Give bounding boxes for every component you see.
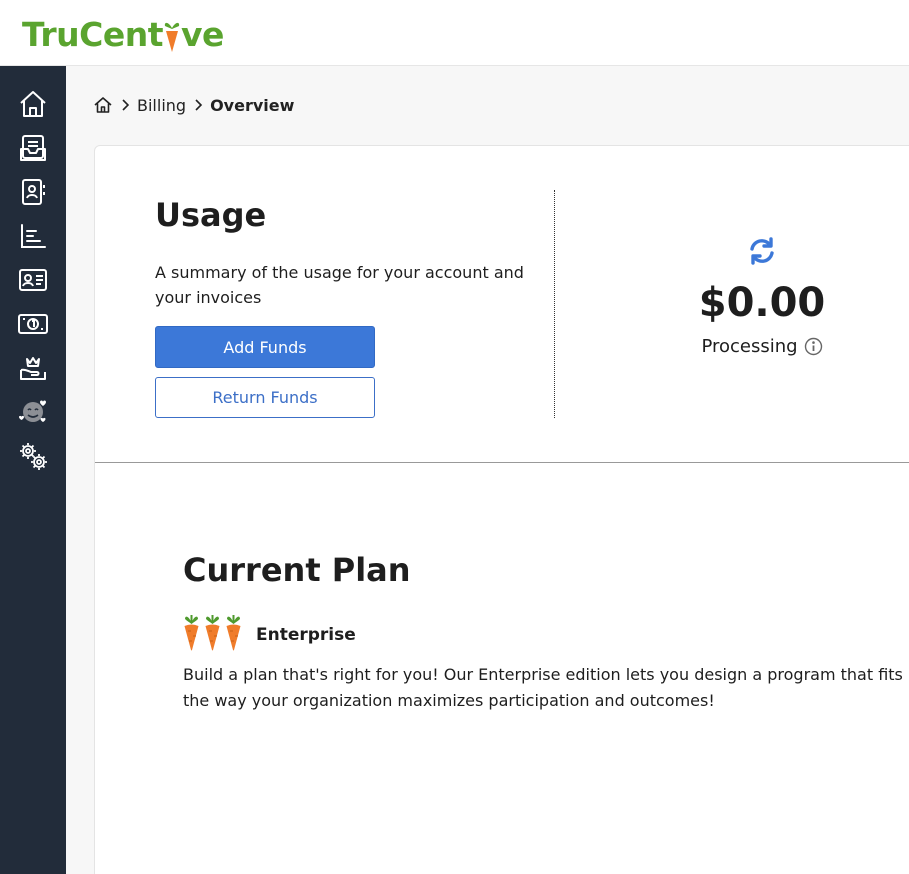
billing-card: Usage A summary of the usage for your ac… bbox=[94, 145, 909, 874]
logo-text-suffix: ve bbox=[181, 14, 224, 54]
money-bill-icon bbox=[18, 314, 48, 334]
sidebar-item-reports[interactable] bbox=[17, 220, 49, 252]
logo-text-prefix: TruCent bbox=[22, 14, 164, 54]
inbox-icon bbox=[20, 135, 46, 161]
breadcrumb: Billing Overview bbox=[93, 93, 294, 117]
chevron-right-icon bbox=[195, 99, 203, 111]
processing-status: Processing bbox=[662, 336, 862, 357]
plan-name: Enterprise bbox=[256, 625, 356, 645]
sidebar-item-billing[interactable] bbox=[17, 308, 49, 340]
trucentive-logo[interactable]: TruCent ve bbox=[22, 14, 224, 54]
vertical-divider bbox=[554, 190, 555, 418]
breadcrumb-overview: Overview bbox=[210, 95, 295, 115]
top-header: TruCent ve bbox=[0, 0, 909, 66]
sidebar-item-home[interactable] bbox=[17, 88, 49, 120]
plan-level-carrots bbox=[183, 613, 242, 651]
logo-carrot-icon bbox=[164, 19, 180, 53]
processing-label: Processing bbox=[701, 336, 798, 357]
usage-title: Usage bbox=[155, 196, 267, 234]
add-funds-button[interactable]: Add Funds bbox=[155, 326, 375, 368]
crown-hand-icon bbox=[20, 357, 46, 380]
carrot-icon bbox=[184, 615, 199, 651]
sidebar-item-profiles[interactable] bbox=[17, 264, 49, 296]
home-icon bbox=[20, 91, 46, 117]
sidebar-item-engagement[interactable] bbox=[17, 396, 49, 428]
gears-icon bbox=[20, 443, 47, 470]
id-card-icon bbox=[19, 269, 47, 291]
home-icon bbox=[94, 97, 112, 113]
refresh-button[interactable] bbox=[746, 236, 778, 266]
info-icon[interactable] bbox=[804, 337, 823, 356]
chevron-right-icon bbox=[122, 99, 130, 111]
breadcrumb-home[interactable] bbox=[93, 95, 113, 115]
carrot-icon bbox=[226, 615, 241, 651]
bar-chart-icon bbox=[21, 224, 46, 248]
current-plan-title: Current Plan bbox=[183, 551, 411, 589]
happy-face-hearts-icon bbox=[19, 400, 46, 422]
return-funds-button[interactable]: Return Funds bbox=[155, 377, 375, 418]
sidebar-item-contacts[interactable] bbox=[17, 176, 49, 208]
sidebar bbox=[0, 66, 66, 874]
carrot-icon bbox=[205, 615, 220, 651]
plan-row: Enterprise bbox=[183, 612, 356, 652]
usage-description: A summary of the usage for your account … bbox=[155, 263, 524, 307]
refresh-icon bbox=[750, 237, 774, 265]
sidebar-item-inbox[interactable] bbox=[17, 132, 49, 164]
contacts-book-icon bbox=[22, 179, 45, 205]
sidebar-item-rewards[interactable] bbox=[17, 352, 49, 384]
plan-description: Build a plan that's right for you! Our E… bbox=[183, 665, 903, 710]
section-divider bbox=[95, 462, 909, 463]
breadcrumb-billing[interactable]: Billing bbox=[137, 96, 186, 115]
balance-amount: $0.00 bbox=[698, 280, 826, 326]
sidebar-item-settings[interactable] bbox=[17, 440, 49, 472]
